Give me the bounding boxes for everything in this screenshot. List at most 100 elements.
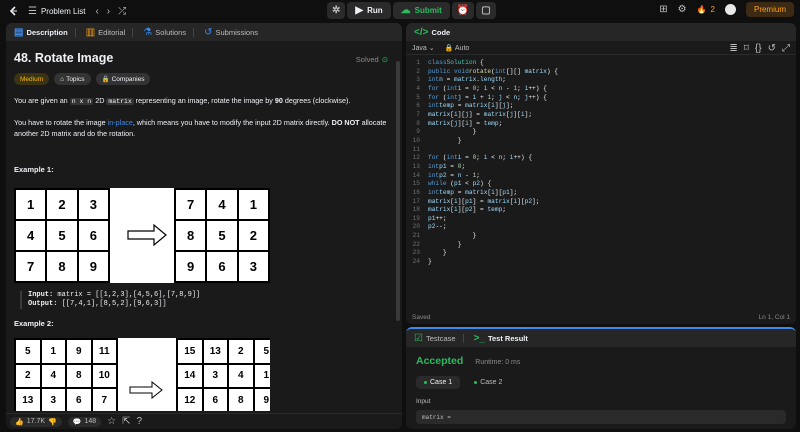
note-icon: ▢ [481,5,491,16]
reset-icon[interactable]: ↺ [768,43,776,54]
bookmark-icon[interactable]: ⌑ [744,43,749,54]
matrix-cell: 15 [177,339,203,364]
code-toolbar: Java ⌄ 🔒 Auto ≣ ⌑ {} ↺ ⤢ [406,41,796,55]
matrix-cell: 6 [206,251,238,282]
check-circle-icon: ⊙ [381,55,388,64]
companies-pill[interactable]: 🔒 Companies [95,73,151,85]
matrix-cell: 9 [66,339,92,364]
streak-counter[interactable]: 🔥 2 [697,5,715,14]
description-paragraph-2: You have to rotate the image in-place, w… [14,118,387,138]
share-icon[interactable]: ⇱ [122,416,130,427]
run-label: Run [367,6,383,15]
in-place-link[interactable]: in-place [108,118,133,127]
tab-editorial[interactable]: ▥ Editorial [82,23,138,41]
next-problem-icon[interactable]: › [107,6,110,17]
input-value: matrix = [416,410,786,424]
matrix-after-2: 15 13 2 5 14 3 4 1 12 6 8 9 [176,338,270,411]
test-result-content: Accepted Runtime: 0 ms Case 1 Case 2 Inp… [406,347,796,429]
premium-button[interactable]: Premium [745,2,794,17]
description-panel: ▤ Description ▥ Editorial ⚗ Solutions ↺ … [6,23,402,429]
user-avatar[interactable] [724,4,736,15]
matrix-cell: 8 [175,220,207,251]
topics-pill[interactable]: ⌂ Topics [54,73,91,85]
matrix-cell: 8 [228,388,254,411]
editor-status-bar: Saved Ln 1, Col 1 [406,310,796,324]
debug-button[interactable]: ✲ [327,2,346,19]
matrix-cell: 1 [40,339,66,364]
matrix-cell: 9 [77,251,109,282]
run-button[interactable]: ▶ Run [347,2,391,19]
arrow-right-icon [129,381,163,399]
arrow-right-icon [127,223,167,247]
lock-icon: 🔒 [101,76,110,83]
matrix-cell: 6 [66,388,92,411]
solved-status: Solved ⊙ [355,55,388,64]
matrix-cell: 9 [175,251,207,282]
problem-list-icon[interactable]: ☰ [28,6,37,17]
matrix-cell: 2 [15,363,41,388]
example-2-title: Example 2: [14,319,54,328]
case-1-tab[interactable]: Case 1 [416,376,461,389]
submit-button[interactable]: ☁ Submit [392,2,450,19]
matrix-cell: 6 [77,220,109,251]
expand-icon[interactable]: ⤢ [782,43,790,54]
problem-tags: Medium ⌂ Topics 🔒 Companies [14,73,394,85]
leetcode-logo[interactable] [6,4,20,18]
tab-testcase[interactable]: ☑ Testcase [410,329,468,347]
thumbs-up-icon: 👍 [15,418,24,426]
submit-label: Submit [414,6,442,15]
document-icon: ▤ [14,26,24,38]
auto-mode[interactable]: 🔒 Auto [445,44,470,52]
matrix-cell: 9 [253,388,270,411]
history-icon: ↺ [204,26,213,38]
matrix-cell: 13 [202,339,228,364]
matrix-before: 123456789 [14,188,110,283]
notes-button[interactable]: ▢ [476,2,496,19]
tab-solutions[interactable]: ⚗ Solutions [139,23,198,41]
checkbox-icon: ☑ [414,332,423,344]
settings-gear-icon[interactable]: ⚙ [678,4,687,15]
accepted-status: Accepted [416,355,464,367]
terminal-icon: >_ [473,332,485,344]
matrix-cell: 11 [91,339,117,364]
matrix-before-2: 5 1 9 11 2 4 8 10 13 3 6 7 [14,338,118,411]
braces-icon[interactable]: {} [755,43,762,54]
test-tabs: ☑ Testcase >_ Test Result [406,329,796,347]
problem-list-link[interactable]: Problem List [41,7,85,16]
code-tabs: </> Code [406,23,796,41]
case-tabs: Case 1 Case 2 [416,376,786,389]
description-scrollbar[interactable] [396,61,400,321]
matrix-cell: 6 [202,388,228,411]
cloud-upload-icon: ☁ [400,5,411,16]
help-icon[interactable]: ? [137,416,143,427]
example-1-image: 123456789 741852963 [14,188,270,283]
like-button[interactable]: 👍 17.7K 👎 [10,416,62,427]
code-editor[interactable]: 1 class Solution { 2 public void rotate(i… [406,55,796,267]
matrix-cell: 10 [91,363,117,388]
thumbs-down-icon[interactable]: 👎 [48,418,57,426]
tab-submissions[interactable]: ↺ Submissions [200,23,262,41]
comments-button[interactable]: 💬 148 [67,416,102,427]
matrix-cell: 1 [253,363,270,388]
matrix-cell: 12 [177,388,203,411]
star-icon[interactable]: ☆ [107,416,116,427]
example-1-io: Input: matrix = [[1,2,3],[4,5,6],[7,8,9]… [20,291,394,309]
matrix-after: 741852963 [174,188,270,283]
input-label: Input [416,398,431,405]
tab-description[interactable]: ▤ Description [10,23,80,41]
matrix-cell: 4 [228,363,254,388]
description-content: 48. Rotate Image Solved ⊙ Medium ⌂ Topics… [6,41,402,411]
tab-code[interactable]: </> Code [410,23,454,41]
matrix-cell: 3 [40,388,66,411]
language-select[interactable]: Java ⌄ [412,44,435,52]
grid-layout-icon[interactable]: ⊞ [659,4,667,15]
case-2-tab[interactable]: Case 2 [466,376,510,389]
prev-problem-icon[interactable]: ‹ [95,6,98,17]
tab-test-result[interactable]: >_ Test Result [470,329,532,347]
matrix-cell: 5 [253,339,270,364]
test-panel: ☑ Testcase >_ Test Result Accepted Runti… [406,327,796,429]
alarm-button[interactable]: ⏰ [451,2,475,19]
shuffle-icon[interactable]: ⤮ [118,6,126,17]
format-icon[interactable]: ≣ [729,43,737,54]
example-1-title: Example 1: [14,165,54,174]
